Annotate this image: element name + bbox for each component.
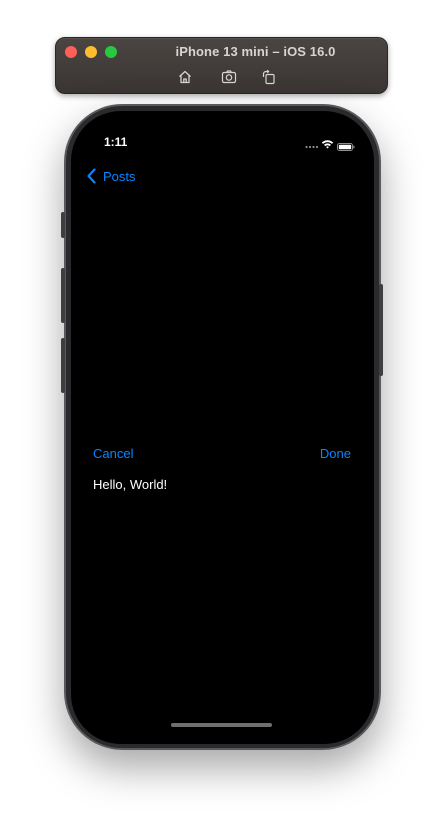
silent-switch: [61, 212, 65, 238]
home-indicator[interactable]: [171, 723, 272, 727]
signal-dots-icon: [305, 137, 319, 149]
volume-up-button: [61, 268, 65, 323]
status-time: 1:11: [104, 135, 128, 149]
chevron-left-icon: [86, 168, 97, 184]
back-button-label: Posts: [103, 168, 136, 184]
cancel-button[interactable]: Cancel: [93, 446, 133, 461]
minimize-window-button[interactable]: [85, 46, 97, 58]
volume-down-button: [61, 338, 65, 393]
device-screen: 1:11 Posts Cancel Done Hello, World!: [71, 111, 374, 744]
rotate-icon[interactable]: [261, 69, 277, 85]
simulator-title: iPhone 13 mini – iOS 16.0: [175, 44, 336, 59]
zoom-window-button[interactable]: [105, 46, 117, 58]
battery-icon: [337, 138, 355, 151]
text-editor[interactable]: Hello, World!: [93, 477, 167, 492]
back-button[interactable]: Posts: [86, 165, 136, 187]
done-button[interactable]: Done: [320, 446, 351, 461]
home-icon[interactable]: [177, 69, 193, 85]
simulator-title-bar: iPhone 13 mini – iOS 16.0: [55, 37, 388, 94]
close-window-button[interactable]: [65, 46, 77, 58]
simulator-stage: iPhone 13 mini – iOS 16.0 1:11 Posts Can…: [0, 0, 444, 825]
wifi-icon: [321, 136, 334, 149]
screenshot-icon[interactable]: [221, 69, 237, 85]
power-button: [379, 284, 383, 376]
